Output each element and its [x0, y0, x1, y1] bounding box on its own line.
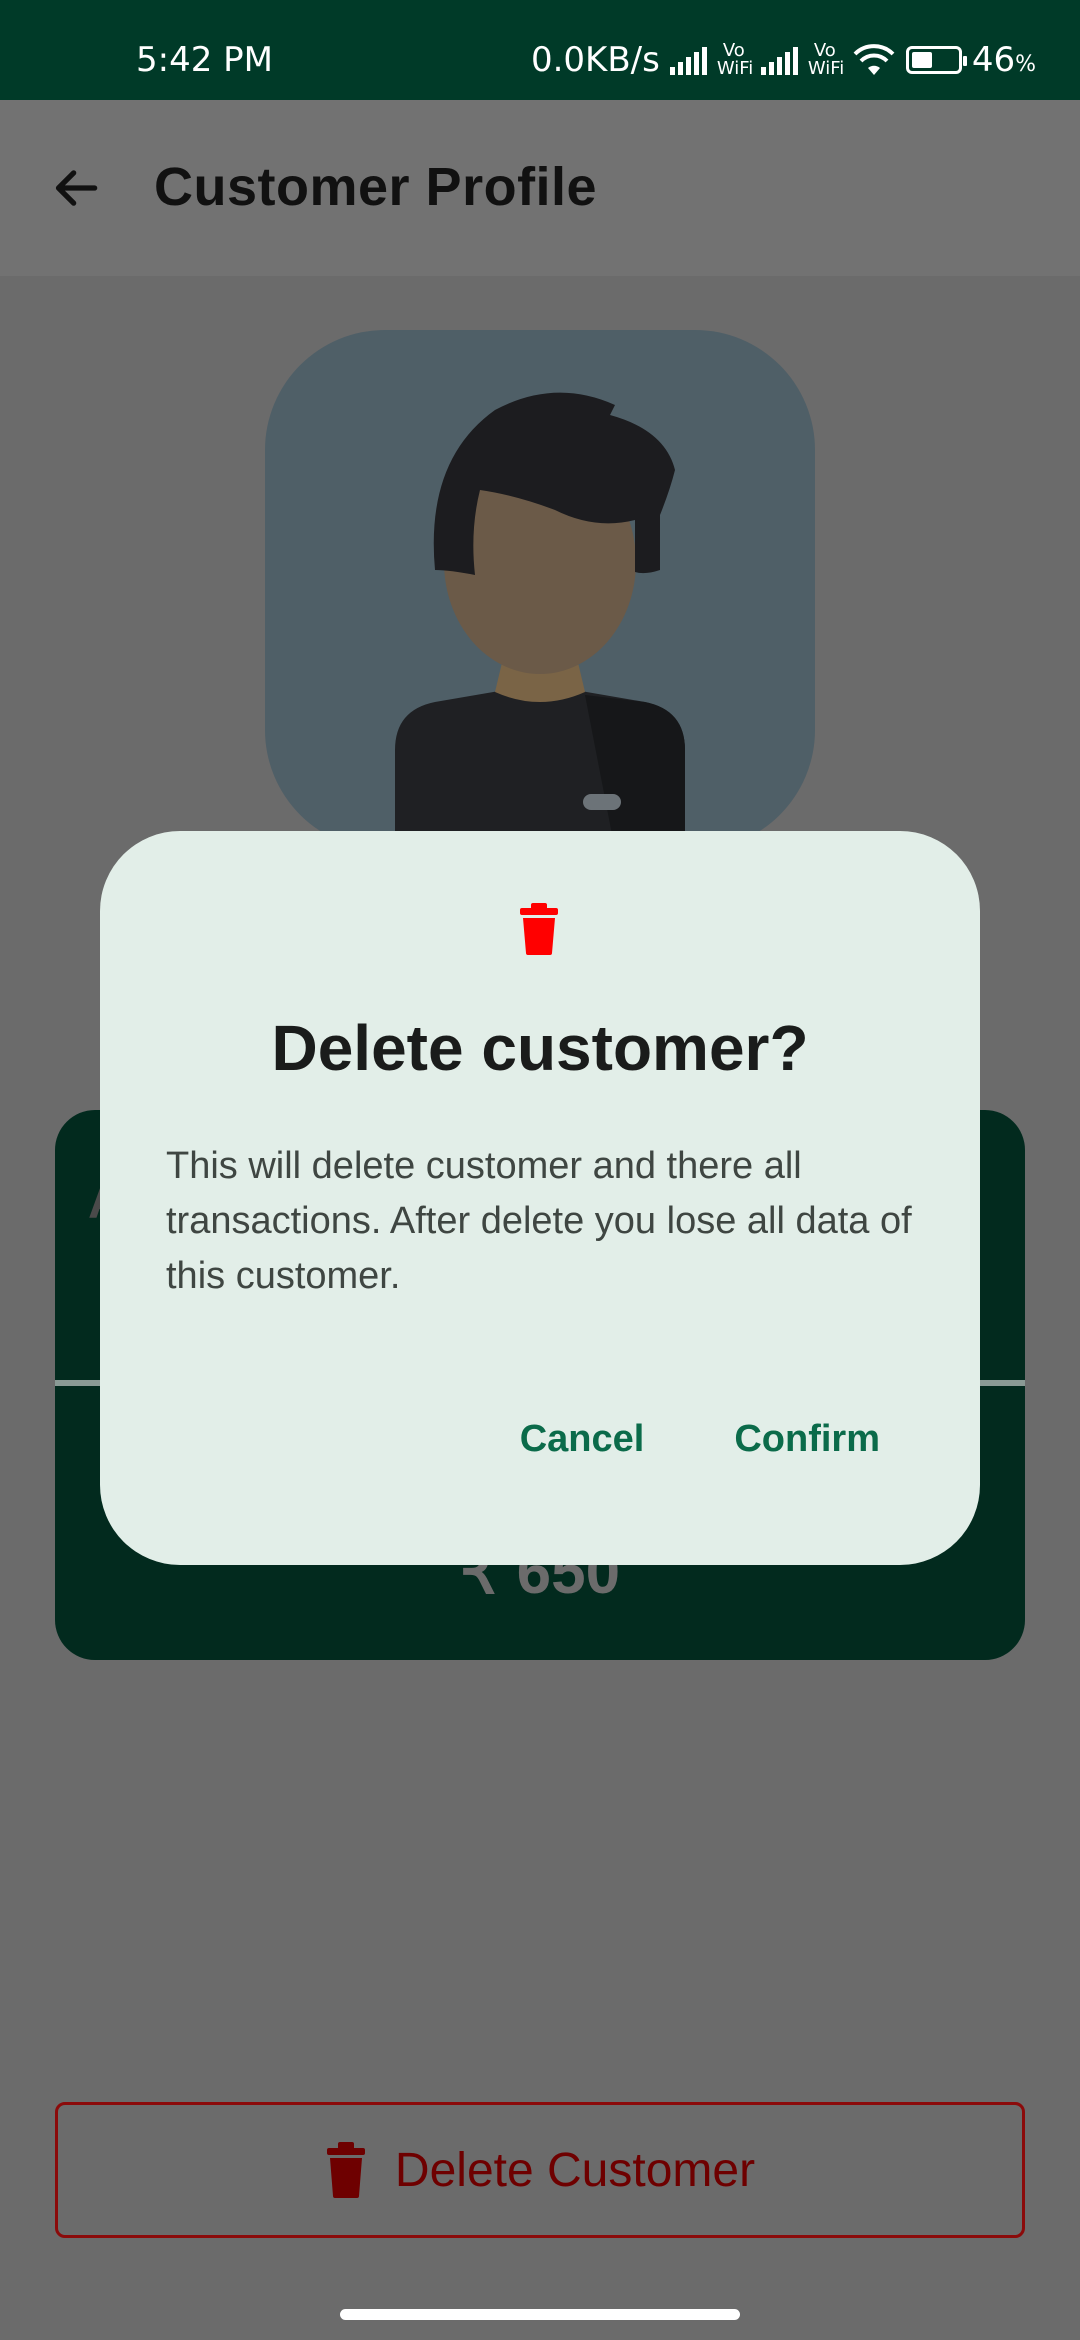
delete-customer-label: Delete Customer [394, 2143, 756, 2197]
arrow-left-icon[interactable] [48, 160, 104, 216]
signal-icon [669, 45, 707, 75]
avatar [265, 330, 815, 850]
dialog-message: This will delete customer and there all … [166, 1145, 912, 1297]
vowifi-label: Vo WiFi [716, 40, 754, 79]
delete-customer-button[interactable]: Delete Customer [55, 2102, 1025, 2238]
delete-confirm-dialog: Delete customer? This will delete custom… [100, 831, 980, 1565]
network-speed: 0.0KB/s [530, 40, 660, 80]
home-indicator[interactable] [340, 2309, 740, 2320]
status-icons: 0.0KB/s Vo WiFi Vo WiFi 46% [531, 40, 1036, 80]
dialog-title: Delete customer? [271, 1012, 809, 1084]
status-bar: 5:42 PM 0.0KB/s Vo WiFi Vo WiFi 46% [0, 0, 1080, 100]
person-avatar-icon [395, 392, 685, 850]
status-time: 5:42 PM [136, 40, 273, 80]
vowifi-label: Vo WiFi [807, 40, 845, 79]
signal-icon [760, 45, 798, 75]
page-title: Customer Profile [154, 157, 598, 217]
dialog-actions: Cancel Confirm [520, 1418, 880, 1461]
battery-icon [905, 46, 967, 74]
cancel-button[interactable]: Cancel [520, 1418, 645, 1461]
app-bar: Customer Profile [0, 100, 1080, 276]
trash-icon [326, 2142, 365, 2198]
trash-icon [520, 903, 558, 955]
confirm-button[interactable]: Confirm [734, 1418, 880, 1461]
battery-percent: 46% [971, 40, 1036, 80]
wifi-icon [853, 44, 895, 75]
